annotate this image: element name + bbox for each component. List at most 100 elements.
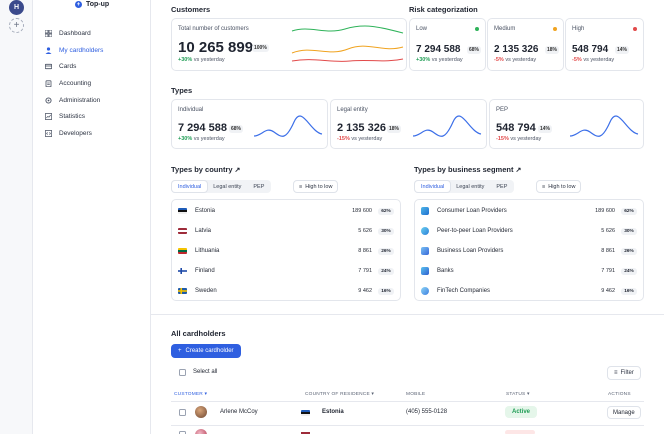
list-item[interactable]: Estonia 189 600 62% (172, 201, 400, 221)
add-workspace-icon[interactable]: + (9, 18, 24, 33)
risk-title: Risk categorization (409, 5, 478, 14)
type-pct: 18% (387, 125, 402, 133)
sort-button[interactable]: ≡ High to low (293, 180, 339, 193)
list-item[interactable]: Consumer Loan Providers 189 600 62% (415, 201, 643, 221)
row-value: 8 861 (358, 248, 372, 254)
list-item[interactable]: Latvia 5 626 30% (172, 221, 400, 241)
types-card-individual[interactable]: Individual 7 294 588 68% +30% vs yesterd… (171, 99, 328, 149)
filter-button[interactable]: ≡ Filter (607, 366, 641, 380)
sidebar-item-my-cardholders[interactable]: My cardholders (45, 42, 145, 59)
risk-pct: 14% (614, 46, 629, 54)
row-pct: 16% (621, 287, 637, 295)
column-header-country[interactable]: Country of residence ▾ (305, 392, 374, 397)
row-pct: 26% (378, 247, 394, 255)
risk-label: Medium (494, 26, 516, 32)
bank-icon (421, 267, 429, 275)
sidebar-nav: Dashboard My cardholders Cards Accountin… (45, 25, 145, 142)
topup-button[interactable]: + Top-up (75, 1, 109, 8)
sort-label: High to low (305, 183, 333, 190)
column-header-mobile[interactable]: Mobile (406, 392, 425, 397)
row-value: 5 626 (358, 228, 372, 234)
estonia-flag-icon (301, 410, 310, 416)
user-icon (45, 46, 52, 54)
type-label: Legal entity (337, 107, 368, 113)
sort-icon: ≡ (542, 183, 546, 190)
sidebar-item-accounting[interactable]: Accounting (45, 75, 145, 92)
by-country-list: Estonia 189 600 62% Latvia 5 626 30% Lit… (171, 199, 401, 301)
sort-button[interactable]: ≡ High to low (536, 180, 582, 193)
type-label: Individual (178, 107, 204, 113)
row-pct: 30% (378, 227, 394, 235)
row-pct: 62% (378, 207, 394, 215)
column-header-status[interactable]: Status ▾ (506, 392, 530, 397)
tab-legal-entity[interactable]: Legal entity (450, 181, 490, 192)
chart-icon (45, 113, 52, 121)
row-value: 5 626 (601, 228, 615, 234)
select-all-checkbox[interactable] (179, 369, 186, 376)
customer-name: Arlene McCoy (220, 409, 258, 415)
list-item[interactable]: Sweden 9 462 16% (172, 281, 400, 301)
type-value: 7 294 588 (178, 122, 227, 134)
risk-card-medium[interactable]: Medium 2 135 326 18% -5% vs yesterday (487, 18, 564, 71)
external-arrow-icon: ↗ (515, 167, 522, 174)
table-header-divider (171, 401, 644, 402)
risk-label: Low (416, 26, 428, 32)
workspace-avatar[interactable]: H (9, 0, 24, 15)
sidebar-item-label: Cards (59, 63, 77, 71)
by-country-title[interactable]: Types by country ↗ (171, 165, 240, 174)
list-item[interactable]: Lithuania 8 861 26% (172, 241, 400, 261)
by-segment-tabs: Individual Legal entity PEP (414, 180, 515, 193)
column-header-customer[interactable]: Customer ▾ (174, 392, 207, 397)
sidebar-item-administration[interactable]: Administration (45, 92, 145, 109)
sidebar-item-cards[interactable]: Cards (45, 58, 145, 75)
types-card-pep[interactable]: PEP 548 794 14% -15% vs yesterday (489, 99, 644, 149)
customer-country: Estonia (322, 409, 344, 415)
estonia-flag-icon (178, 208, 187, 214)
risk-card-high[interactable]: High 548 794 14% -5% vs yesterday (565, 18, 644, 71)
cardholders-title: All cardholders (171, 329, 226, 338)
tab-individual[interactable]: Individual (415, 181, 451, 192)
list-item[interactable]: Banks 7 791 24% (415, 261, 643, 281)
list-item[interactable]: Finland 7 791 24% (172, 261, 400, 281)
type-delta: -15% vs yesterday (337, 136, 383, 142)
main-content: Customers Total number of customers 10 2… (151, 0, 664, 434)
create-cardholder-label: Create cardholder (185, 348, 234, 354)
customers-card[interactable]: Total number of customers 10 265 899 100… (171, 18, 407, 71)
row-value: 9 462 (358, 288, 372, 294)
row-label: Banks (437, 268, 454, 274)
row-label: FinTech Companies (437, 288, 491, 294)
status-badge (505, 430, 535, 434)
by-segment-list: Consumer Loan Providers 189 600 62% Peer… (414, 199, 644, 301)
tab-pep[interactable]: PEP (490, 181, 513, 192)
tab-legal-entity[interactable]: Legal entity (207, 181, 247, 192)
customers-total: 10 265 899 (178, 39, 254, 56)
tab-individual[interactable]: Individual (172, 181, 208, 192)
by-segment-title[interactable]: Types by business segment ↗ (414, 165, 521, 174)
customers-delta: +30% vs yesterday (178, 57, 225, 63)
risk-card-low[interactable]: Low 7 294 588 68% +30% vs yesterday (409, 18, 486, 71)
sidebar-item-dashboard[interactable]: Dashboard (45, 25, 145, 42)
row-label: Peer-to-peer Loan Providers (437, 228, 513, 234)
type-pct: 14% (538, 125, 553, 133)
list-item[interactable]: Business Loan Providers 8 861 26% (415, 241, 643, 261)
gear-icon (45, 97, 52, 104)
row-pct: 26% (621, 247, 637, 255)
row-checkbox[interactable] (179, 409, 186, 416)
risk-value: 7 294 588 (416, 44, 461, 55)
manage-button[interactable]: Manage (607, 406, 641, 419)
tab-pep[interactable]: PEP (247, 181, 270, 192)
status-badge: Active (505, 406, 538, 418)
finland-flag-icon (178, 268, 187, 274)
peer-to-peer-icon (421, 227, 429, 235)
create-cardholder-button[interactable]: + Create cardholder (171, 344, 241, 358)
sidebar-item-statistics[interactable]: Statistics (45, 108, 145, 125)
business-loan-icon (421, 247, 429, 255)
card-icon (45, 63, 52, 70)
sidebar-item-developers[interactable]: Developers (45, 125, 145, 142)
row-pct: 30% (621, 227, 637, 235)
select-all-label: Select all (193, 369, 218, 375)
list-item[interactable]: FinTech Companies 9 462 16% (415, 281, 643, 301)
types-card-legal-entity[interactable]: Legal entity 2 135 326 18% -15% vs yeste… (330, 99, 487, 149)
risk-pct: 68% (466, 46, 481, 54)
list-item[interactable]: Peer-to-peer Loan Providers 5 626 30% (415, 221, 643, 241)
